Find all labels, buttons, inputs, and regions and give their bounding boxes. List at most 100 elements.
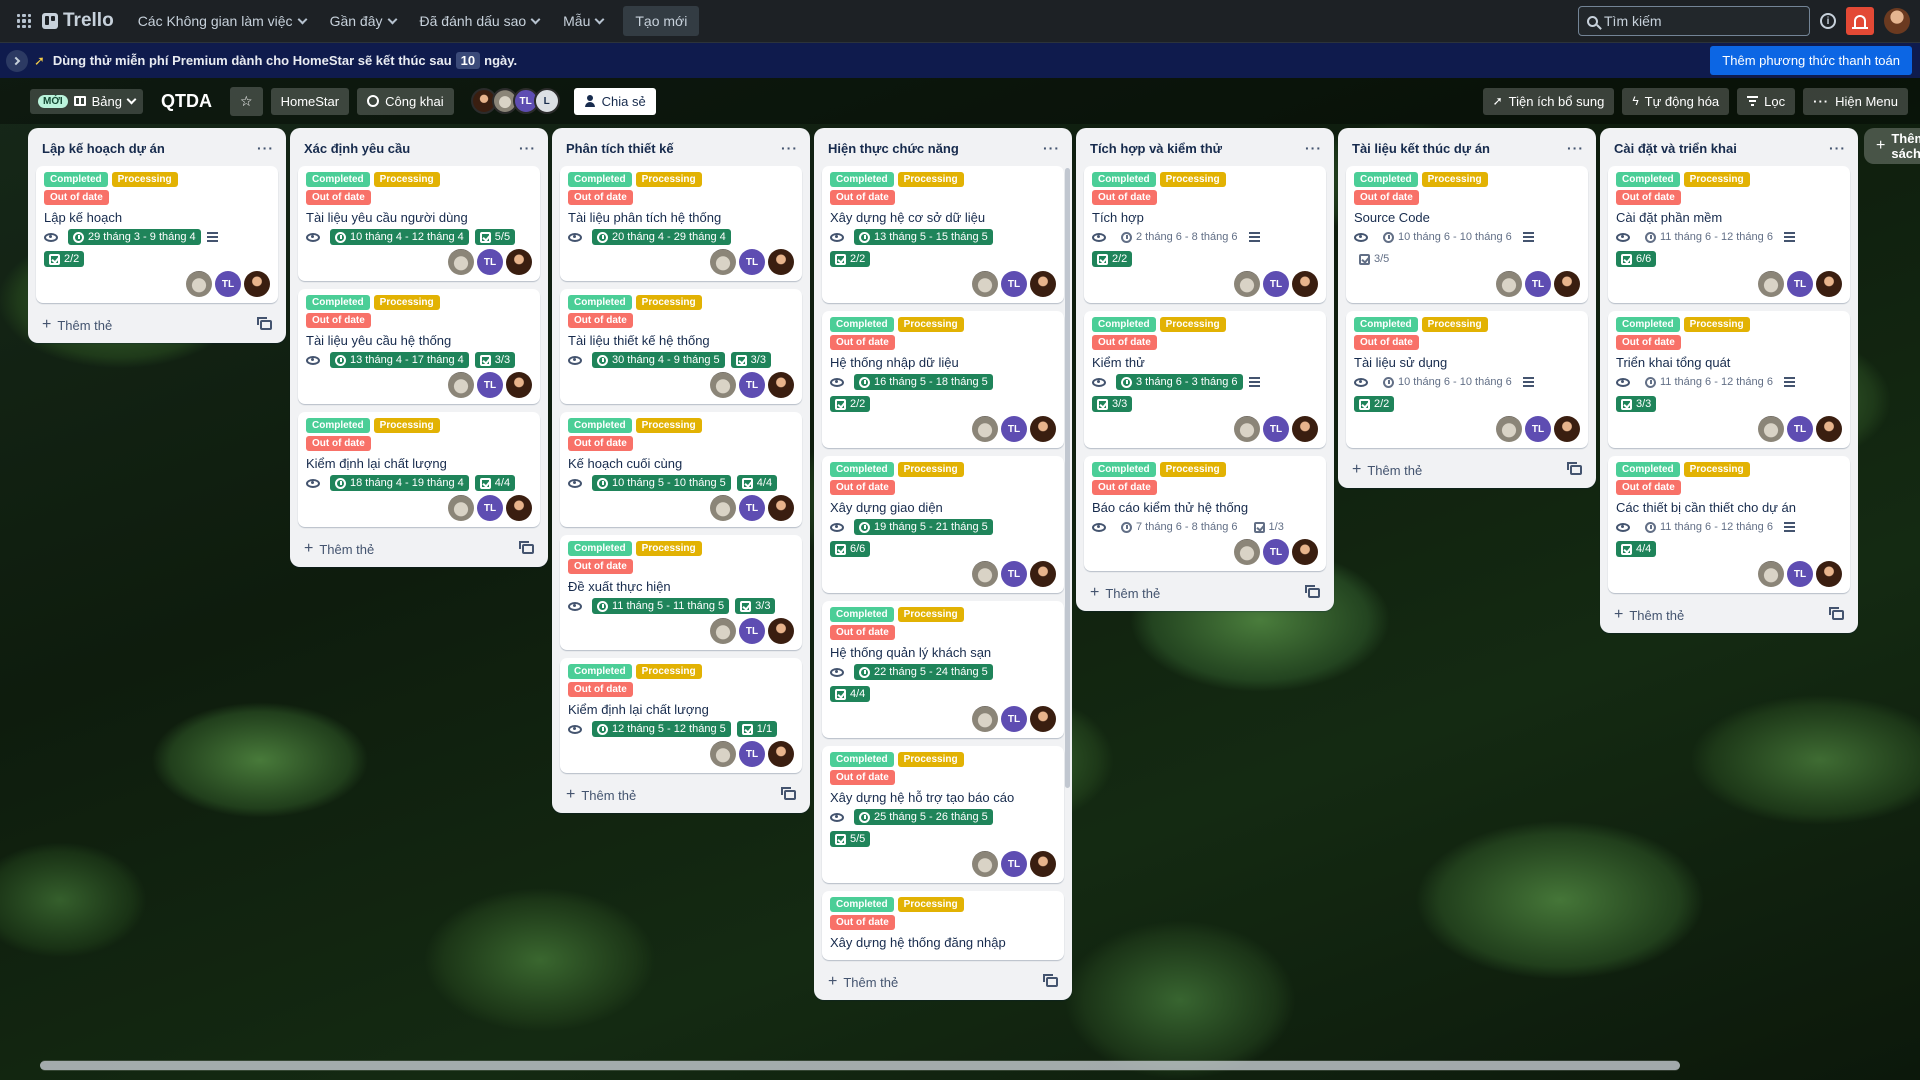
card[interactable]: Completed Processing Out of date Source …: [1346, 166, 1588, 303]
label-out-of-date[interactable]: Out of date: [830, 915, 895, 930]
add-list-button[interactable]: + Thêm danh sách khác: [1864, 128, 1920, 164]
member-avatar[interactable]: [710, 372, 736, 398]
label-completed[interactable]: Completed: [568, 664, 632, 679]
member-avatar[interactable]: [1292, 271, 1318, 297]
member-avatar[interactable]: [448, 495, 474, 521]
horizontal-scrollbar[interactable]: [40, 1060, 1680, 1071]
member-avatar[interactable]: [1234, 416, 1260, 442]
member-avatar[interactable]: [1816, 271, 1842, 297]
member-avatar[interactable]: [768, 618, 794, 644]
add-card-button[interactable]: + Thêm thẻ: [1346, 456, 1588, 480]
add-payment-method-button[interactable]: Thêm phương thức thanh toán: [1710, 46, 1912, 75]
label-completed[interactable]: Completed: [830, 752, 894, 767]
card[interactable]: Completed Processing Out of date Hệ thốn…: [822, 601, 1064, 738]
due-date-badge[interactable]: 11 tháng 6 - 12 tháng 6: [1640, 374, 1778, 390]
member-avatar[interactable]: [972, 271, 998, 297]
due-date-badge[interactable]: 10 tháng 6 - 10 tháng 6: [1378, 229, 1517, 245]
member-avatar[interactable]: [1554, 271, 1580, 297]
horizontal-scrollbar-thumb[interactable]: [40, 1061, 1680, 1070]
label-completed[interactable]: Completed: [1354, 172, 1418, 187]
label-out-of-date[interactable]: Out of date: [306, 190, 371, 205]
visibility-button[interactable]: Công khai: [357, 87, 454, 115]
card[interactable]: Completed Processing Out of date Tài liệ…: [560, 289, 802, 404]
label-processing[interactable]: Processing: [1159, 462, 1226, 477]
search-input[interactable]: Tìm kiếm: [1578, 6, 1810, 36]
label-completed[interactable]: Completed: [830, 462, 894, 477]
card[interactable]: Completed Processing Out of date Xây dựn…: [822, 166, 1064, 303]
member-avatar[interactable]: [1292, 539, 1318, 565]
card[interactable]: Completed Processing Out of date Tài liệ…: [298, 166, 540, 281]
member-avatar[interactable]: [186, 271, 212, 297]
member-avatar[interactable]: [1030, 706, 1056, 732]
list[interactable]: Tích hợp và kiểm thử ··· Completed Proce…: [1076, 128, 1334, 611]
label-out-of-date[interactable]: Out of date: [568, 436, 633, 451]
list-title[interactable]: Cài đặt và triển khai: [1614, 141, 1737, 156]
list[interactable]: Hiện thực chức năng ··· Completed Proces…: [814, 128, 1072, 1000]
create-button[interactable]: Tạo mới: [623, 6, 700, 36]
label-out-of-date[interactable]: Out of date: [306, 436, 371, 451]
member-avatar[interactable]: TL: [1525, 416, 1551, 442]
member-avatar[interactable]: [972, 416, 998, 442]
member-avatar[interactable]: [1758, 416, 1784, 442]
add-card-button[interactable]: + Thêm thẻ: [36, 311, 278, 335]
share-button[interactable]: Chia sẻ: [573, 87, 656, 115]
info-icon[interactable]: i: [1820, 13, 1836, 29]
nav-templates[interactable]: Mẫu: [553, 7, 613, 35]
label-out-of-date[interactable]: Out of date: [830, 480, 895, 495]
label-processing[interactable]: Processing: [635, 295, 702, 310]
list-header[interactable]: Cài đặt và triển khai ···: [1608, 134, 1850, 162]
label-completed[interactable]: Completed: [1616, 317, 1680, 332]
member-avatar[interactable]: TL: [739, 618, 765, 644]
label-out-of-date[interactable]: Out of date: [1092, 190, 1157, 205]
automation-button[interactable]: ϟ Tự động hóa: [1622, 87, 1730, 115]
add-card-button[interactable]: + Thêm thẻ: [1084, 579, 1326, 603]
member-avatar[interactable]: [1030, 271, 1056, 297]
member-avatar[interactable]: TL: [739, 249, 765, 275]
label-processing[interactable]: Processing: [897, 317, 964, 332]
member-avatar[interactable]: TL: [1001, 271, 1027, 297]
list[interactable]: Phân tích thiết kế ··· Completed Process…: [552, 128, 810, 813]
member-avatar[interactable]: TL: [1001, 416, 1027, 442]
list-header[interactable]: Xác định yêu cầu ···: [298, 134, 540, 162]
list-title[interactable]: Tài liệu kết thúc dự án: [1352, 141, 1490, 156]
label-processing[interactable]: Processing: [373, 418, 440, 433]
list-header[interactable]: Tài liệu kết thúc dự án ···: [1346, 134, 1588, 162]
label-completed[interactable]: Completed: [1092, 317, 1156, 332]
label-completed[interactable]: Completed: [306, 172, 370, 187]
member-avatar[interactable]: TL: [477, 495, 503, 521]
label-processing[interactable]: Processing: [897, 462, 964, 477]
label-out-of-date[interactable]: Out of date: [568, 559, 633, 574]
label-completed[interactable]: Completed: [306, 295, 370, 310]
create-from-template-icon[interactable]: [1305, 585, 1320, 598]
trello-logo[interactable]: Trello: [42, 10, 114, 32]
label-processing[interactable]: Processing: [897, 752, 964, 767]
due-date-badge[interactable]: 12 tháng 5 - 12 tháng 5: [592, 721, 731, 737]
add-card-button[interactable]: + Thêm thẻ: [298, 535, 540, 559]
create-from-template-icon[interactable]: [257, 317, 272, 330]
label-completed[interactable]: Completed: [830, 607, 894, 622]
label-processing[interactable]: Processing: [1421, 172, 1488, 187]
member-avatar[interactable]: [972, 851, 998, 877]
board-title[interactable]: QTDA: [151, 91, 222, 112]
label-completed[interactable]: Completed: [1616, 462, 1680, 477]
card[interactable]: Completed Processing Out of date Các thi…: [1608, 456, 1850, 593]
filter-button[interactable]: Lọc: [1737, 87, 1796, 115]
member-avatar[interactable]: [768, 741, 794, 767]
label-processing[interactable]: Processing: [635, 418, 702, 433]
due-date-badge[interactable]: 20 tháng 4 - 29 tháng 4: [592, 229, 731, 245]
member-avatar[interactable]: [1758, 561, 1784, 587]
due-date-badge[interactable]: 30 tháng 4 - 9 tháng 5: [592, 352, 725, 368]
list-header[interactable]: Lập kế hoạch dự án ···: [36, 134, 278, 162]
member-avatar[interactable]: TL: [1787, 271, 1813, 297]
create-from-template-icon[interactable]: [1829, 607, 1844, 620]
card[interactable]: Completed Processing Out of date Kiểm th…: [1084, 311, 1326, 448]
list[interactable]: Tài liệu kết thúc dự án ··· Completed Pr…: [1338, 128, 1596, 488]
due-date-badge[interactable]: 18 tháng 4 - 19 tháng 4: [330, 475, 469, 491]
member-avatar[interactable]: [1816, 561, 1842, 587]
member-avatar[interactable]: [1030, 416, 1056, 442]
sidebar-expand-button[interactable]: [6, 49, 28, 72]
member-avatar[interactable]: [1030, 561, 1056, 587]
member-avatar[interactable]: TL: [1001, 706, 1027, 732]
nav-recent[interactable]: Gần đây: [320, 7, 406, 35]
member-avatar[interactable]: [1496, 416, 1522, 442]
